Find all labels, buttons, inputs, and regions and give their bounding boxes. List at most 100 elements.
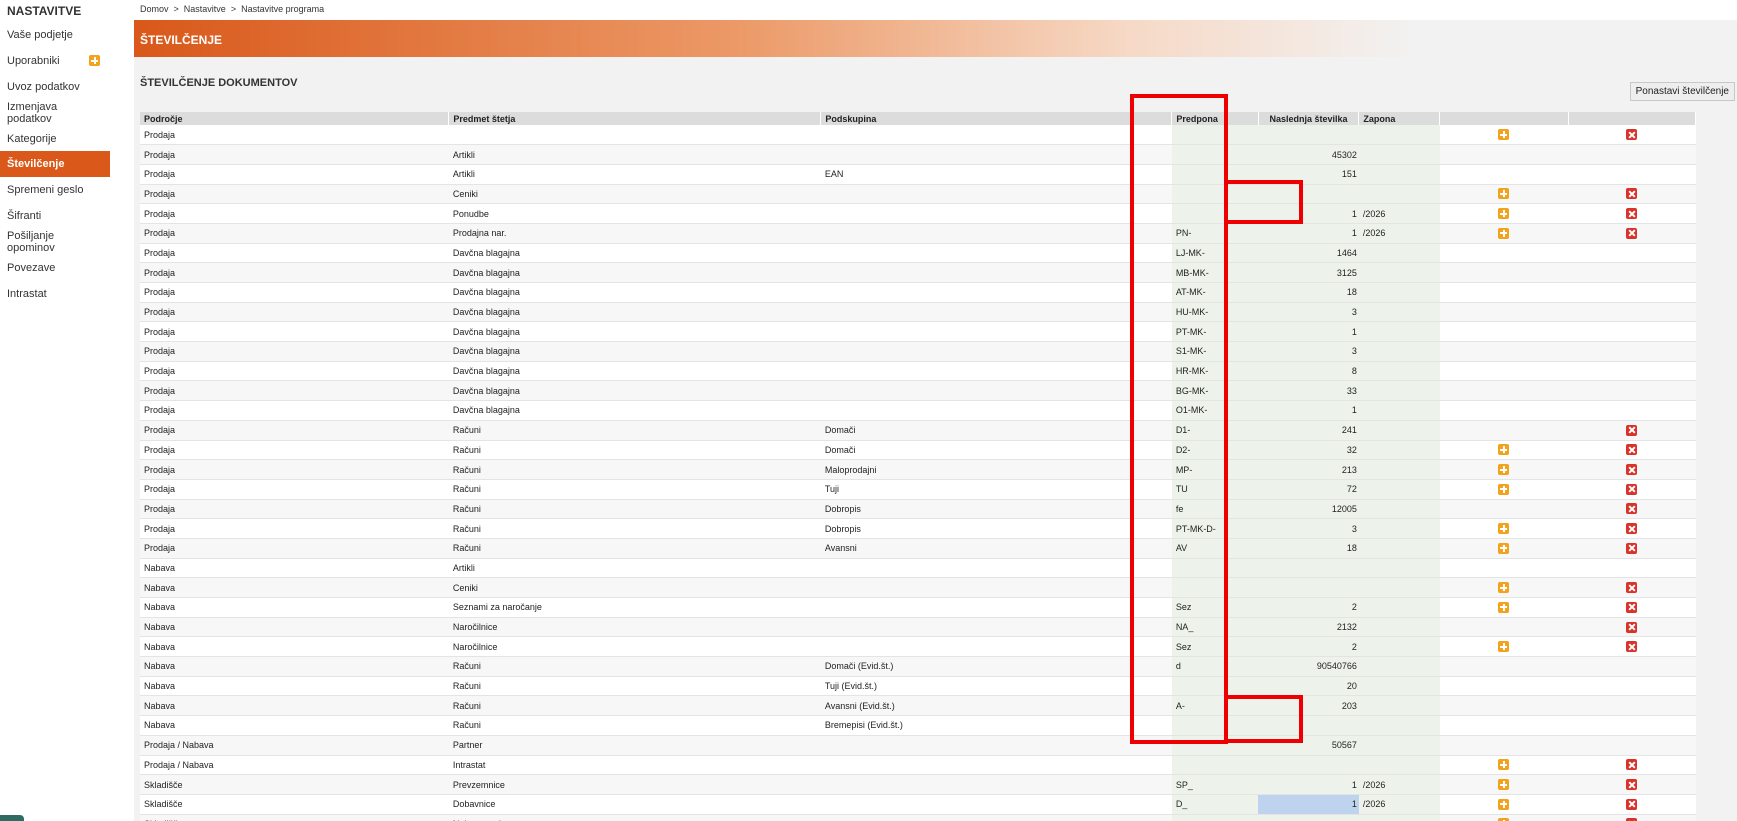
cell-suffix[interactable]	[1358, 282, 1440, 303]
delete-icon[interactable]	[1626, 523, 1638, 535]
cell-suffix[interactable]	[1358, 499, 1440, 520]
delete-icon[interactable]	[1626, 798, 1638, 810]
cell-next-number[interactable]: 3125	[1258, 262, 1359, 283]
cell-suffix[interactable]	[1358, 695, 1440, 717]
cell-next-number[interactable]	[1258, 755, 1359, 776]
cell-prefix[interactable]: D1-	[1171, 420, 1259, 441]
cell-next-number[interactable]: 12005	[1258, 499, 1359, 520]
cell-next-number[interactable]	[1258, 814, 1359, 821]
cell-next-number[interactable]	[1258, 184, 1359, 205]
cell-suffix[interactable]	[1358, 597, 1440, 618]
cell-next-number[interactable]: 2	[1258, 636, 1359, 658]
cell-next-number[interactable]	[1258, 715, 1359, 736]
cell-suffix[interactable]	[1358, 262, 1440, 283]
cell-next-number[interactable]: 2	[1258, 597, 1359, 618]
plus-icon[interactable]	[1498, 523, 1510, 535]
cell-suffix[interactable]	[1358, 735, 1440, 756]
plus-icon[interactable]	[1498, 188, 1510, 200]
cell-suffix[interactable]	[1358, 479, 1440, 500]
cell-suffix[interactable]	[1358, 361, 1440, 382]
cell-next-number[interactable]: 50567	[1258, 735, 1359, 756]
cell-prefix[interactable]: TU	[1171, 479, 1259, 500]
cell-prefix[interactable]: PN-	[1171, 223, 1259, 244]
plus-icon[interactable]	[1498, 779, 1510, 791]
cell-next-number[interactable]: 72	[1258, 479, 1359, 500]
reset-numbering-button[interactable]: Ponastavi številčenje	[1629, 82, 1735, 101]
delete-icon[interactable]	[1626, 464, 1638, 476]
cell-next-number[interactable]: 2132	[1258, 617, 1359, 638]
cell-next-number[interactable]: 151	[1258, 164, 1359, 185]
cell-prefix[interactable]: SP_	[1171, 774, 1259, 795]
delete-icon[interactable]	[1626, 779, 1638, 791]
cell-suffix[interactable]	[1358, 715, 1440, 736]
cell-next-number[interactable]: 18	[1258, 282, 1359, 303]
plus-icon[interactable]	[1498, 542, 1510, 554]
delete-icon[interactable]	[1626, 601, 1638, 613]
cell-next-number[interactable]	[1258, 558, 1359, 579]
cell-next-number[interactable]: 213	[1258, 459, 1359, 480]
cell-prefix[interactable]: PT-MK-D-	[1171, 518, 1259, 539]
cell-next-number[interactable]: 1	[1258, 400, 1359, 421]
cell-prefix[interactable]: fe	[1171, 499, 1259, 520]
delete-icon[interactable]	[1626, 208, 1638, 220]
sidebar-item[interactable]: Kategorije	[0, 126, 110, 152]
sidebar-item[interactable]: Vaše podjetje	[0, 22, 110, 48]
cell-prefix[interactable]	[1171, 715, 1259, 736]
sidebar-item[interactable]: Šifranti	[0, 203, 110, 229]
delete-icon[interactable]	[1626, 424, 1638, 436]
cell-next-number[interactable]: 3	[1258, 302, 1359, 323]
cell-suffix[interactable]	[1358, 380, 1440, 402]
delete-icon[interactable]	[1626, 483, 1638, 495]
cell-suffix[interactable]	[1358, 400, 1440, 421]
cell-suffix[interactable]	[1358, 321, 1440, 343]
delete-icon[interactable]	[1626, 503, 1638, 515]
cell-next-number[interactable]: 3	[1258, 518, 1359, 539]
plus-icon[interactable]	[1498, 208, 1510, 220]
cell-prefix[interactable]: Sez	[1171, 636, 1259, 658]
breadcrumb-settings[interactable]: Nastavitve	[184, 4, 226, 14]
delete-icon[interactable]	[1626, 621, 1638, 633]
cell-suffix[interactable]	[1358, 814, 1440, 821]
cell-suffix[interactable]: /2026	[1358, 794, 1440, 815]
cell-next-number[interactable]: 32	[1258, 440, 1359, 461]
cell-suffix[interactable]	[1358, 459, 1440, 480]
sidebar-item[interactable]: Številčenje	[0, 151, 110, 178]
plus-icon[interactable]	[1498, 582, 1510, 594]
cell-next-number[interactable]: 241	[1258, 420, 1359, 441]
sidebar-item[interactable]: Izmenjava podatkov	[0, 100, 110, 126]
cell-next-number[interactable]: 3	[1258, 341, 1359, 362]
plus-icon[interactable]	[1498, 759, 1510, 771]
sidebar-item[interactable]: Povezave	[0, 255, 110, 281]
cell-prefix[interactable]	[1171, 203, 1259, 224]
cell-next-number[interactable]	[1258, 125, 1359, 146]
cell-prefix[interactable]	[1171, 558, 1259, 579]
cell-prefix[interactable]	[1171, 676, 1259, 697]
cell-suffix[interactable]	[1358, 125, 1440, 146]
cell-next-number[interactable]: 45302	[1258, 144, 1359, 165]
cell-prefix[interactable]: D2-	[1171, 440, 1259, 461]
cell-suffix[interactable]	[1358, 538, 1440, 559]
cell-suffix[interactable]	[1358, 302, 1440, 323]
cell-prefix[interactable]	[1171, 144, 1259, 165]
cell-suffix[interactable]	[1358, 558, 1440, 579]
delete-icon[interactable]	[1626, 444, 1638, 456]
plus-icon[interactable]	[1498, 601, 1510, 613]
sidebar-item[interactable]: Uporabniki	[0, 48, 110, 74]
cell-suffix[interactable]	[1358, 341, 1440, 362]
cell-suffix[interactable]	[1358, 676, 1440, 697]
sidebar-item[interactable]: Uvoz podatkov	[0, 74, 110, 100]
cell-prefix[interactable]: NA_	[1171, 617, 1259, 638]
cell-suffix[interactable]	[1358, 518, 1440, 539]
cell-next-number[interactable]: 20	[1258, 676, 1359, 697]
breadcrumb-home[interactable]: Domov	[140, 4, 169, 14]
plus-icon[interactable]	[1498, 641, 1510, 653]
plus-icon[interactable]	[1498, 444, 1510, 456]
cell-next-number[interactable]: 1	[1258, 223, 1359, 244]
cell-prefix[interactable]: D_	[1171, 794, 1259, 815]
cell-suffix[interactable]	[1358, 636, 1440, 658]
cell-prefix[interactable]: O1-MK-	[1171, 400, 1259, 421]
sidebar-item[interactable]: Spremeni geslo	[0, 177, 110, 203]
cell-prefix[interactable]: HU-MK-	[1171, 302, 1259, 323]
cell-suffix[interactable]	[1358, 144, 1440, 165]
cell-prefix[interactable]: d	[1171, 656, 1259, 677]
